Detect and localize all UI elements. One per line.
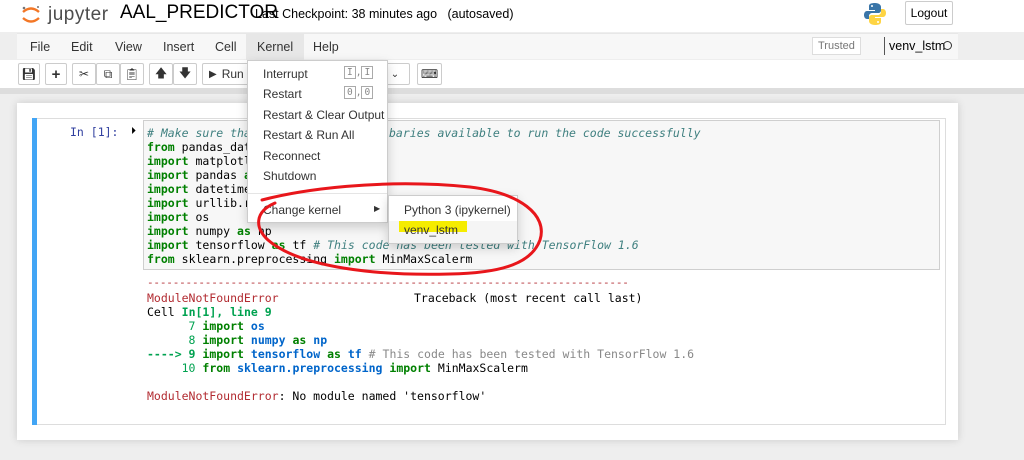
red-circle-annotation — [257, 182, 543, 276]
